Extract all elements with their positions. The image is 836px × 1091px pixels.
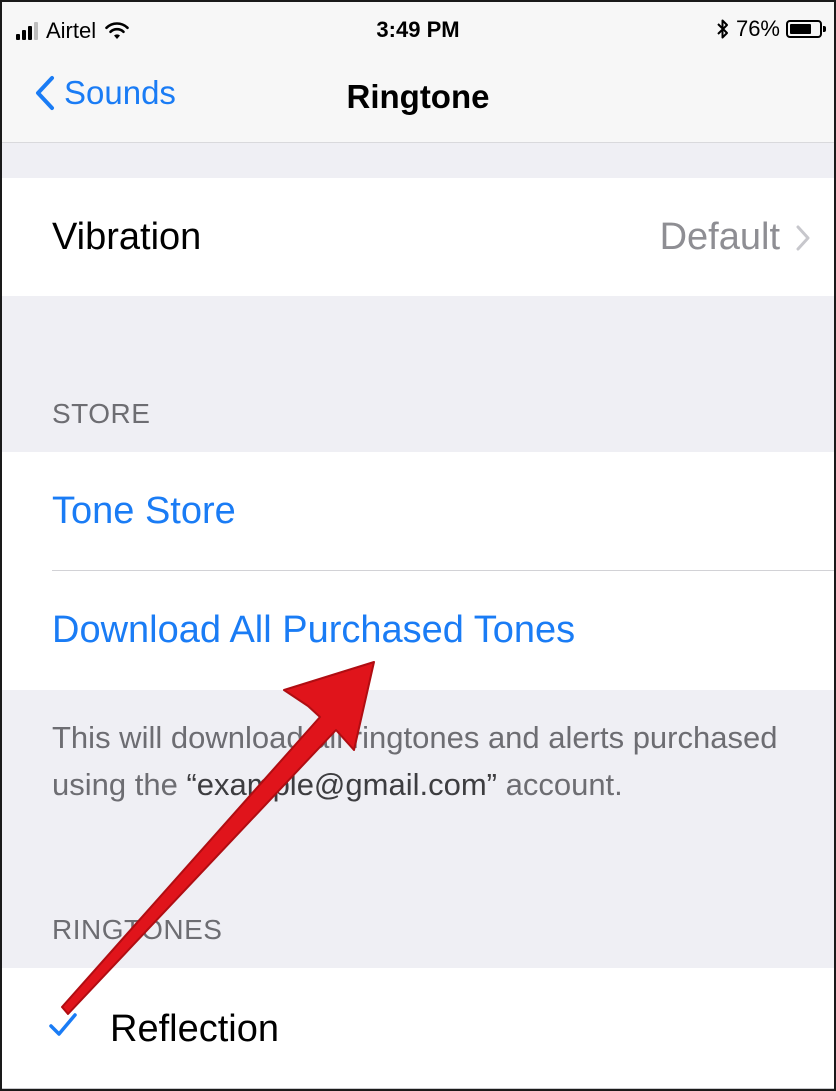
vibration-value: Default (659, 216, 780, 258)
store-footer-note: This will download all ringtones and ale… (52, 714, 782, 808)
vibration-value-group: Default (660, 216, 810, 259)
vibration-label: Vibration (52, 216, 202, 258)
store-group: Tone Store Download All Purchased Tones (2, 452, 834, 690)
bluetooth-icon (717, 19, 728, 39)
store-section-header: STORE (52, 398, 151, 429)
status-right: 76% (716, 16, 826, 42)
ringtones-section-header: RINGTONES (52, 914, 223, 945)
chevron-right-icon (796, 225, 810, 250)
status-time: 3:49 PM (376, 17, 460, 42)
account-email: “example@gmail.com” (186, 767, 497, 802)
top-bar: Airtel 3:49 PM 76% Sounds Ringtone (2, 2, 834, 143)
battery-icon (786, 20, 826, 38)
tone-store-link[interactable]: Tone Store (52, 490, 236, 533)
ringtone-label: Reflection (110, 1008, 279, 1050)
download-purchased-tones-link[interactable]: Download All Purchased Tones (52, 609, 575, 652)
tone-store-row[interactable]: Tone Store (2, 452, 834, 571)
status-bar: Airtel 3:49 PM 76% (2, 2, 834, 64)
battery-level-fill (790, 24, 811, 34)
battery-percent: 76% (735, 16, 780, 41)
page-title: Ringtone (346, 78, 490, 115)
store-footer-suffix: account. (496, 767, 623, 802)
phone-screen: Airtel 3:49 PM 76% Sounds Ringtone Vibra… (0, 0, 836, 1091)
download-purchased-tones-row[interactable]: Download All Purchased Tones (2, 571, 834, 690)
vibration-row[interactable]: Vibration Default (2, 178, 834, 296)
checkmark-icon (49, 1013, 77, 1036)
ringtone-row-reflection[interactable]: Reflection (2, 968, 834, 1089)
navigation-bar: Sounds Ringtone (2, 64, 834, 134)
